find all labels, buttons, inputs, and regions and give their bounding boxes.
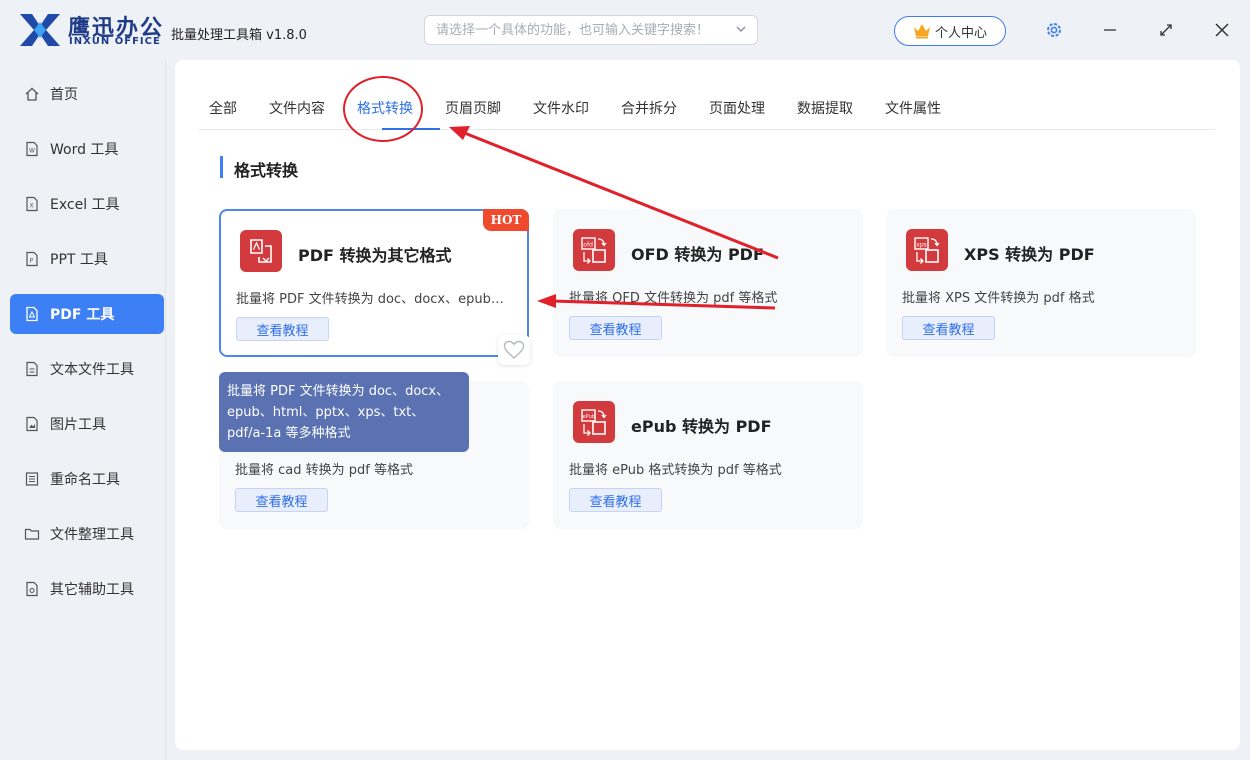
tool-card-ofd-to-pdf[interactable]: ofd OFD 转换为 PDF 批量将 OFD 文件转换为 pdf 等格式 查看… (553, 209, 863, 357)
main-panel: 全部 文件内容 格式转换 页眉页脚 文件水印 合并拆分 页面处理 数据提取 文件… (175, 60, 1240, 750)
tab-data-extract[interactable]: 数据提取 (797, 98, 853, 118)
pdf-convert-icon (240, 230, 282, 272)
tool-card-epub-to-pdf[interactable]: ePub ePub 转换为 PDF 批量将 ePub 格式转换为 pdf 等格式… (553, 381, 863, 529)
home-icon (25, 87, 39, 101)
crown-icon (913, 24, 930, 39)
tab-header-footer[interactable]: 页眉页脚 (445, 98, 501, 118)
logo-text-en: INXUN OFFICE (69, 36, 161, 47)
excel-file-icon: X (26, 196, 38, 212)
annotation-circle (343, 76, 423, 142)
xps-convert-icon: xps (906, 229, 948, 271)
view-tutorial-button[interactable]: 查看教程 (235, 488, 328, 512)
card-title: XPS 转换为 PDF (964, 245, 1095, 264)
svg-text:ePub: ePub (583, 414, 595, 420)
app-logo-icon (20, 14, 60, 46)
app-title: 批量处理工具箱 v1.8.0 (171, 28, 307, 43)
view-tutorial-button[interactable]: 查看教程 (569, 488, 662, 512)
tool-card-pdf-to-other[interactable]: PDF 转换为其它格式 批量将 PDF 文件转换为 doc、docx、epub、… (219, 209, 529, 357)
tab-watermark[interactable]: 文件水印 (533, 98, 589, 118)
svg-text:ofd: ofd (583, 242, 593, 249)
view-tutorial-button[interactable]: 查看教程 (569, 316, 662, 340)
tools-file-icon (26, 581, 38, 597)
view-tutorial-button[interactable]: 查看教程 (902, 316, 995, 340)
card-description: 批量将 cad 转换为 pdf 等格式 (235, 463, 413, 478)
view-tutorial-button[interactable]: 查看教程 (236, 317, 329, 341)
folder-icon (24, 528, 40, 540)
section-title: 格式转换 (234, 161, 299, 180)
card-description: 批量将 OFD 文件转换为 pdf 等格式 (569, 291, 778, 306)
card-title: OFD 转换为 PDF (631, 245, 764, 264)
user-center-button[interactable]: 个人中心 (894, 16, 1006, 46)
section-accent-bar (220, 156, 223, 178)
svg-text:W: W (29, 148, 35, 155)
epub-convert-icon: ePub (573, 401, 615, 443)
card-description: 批量将 PDF 文件转换为 doc、docx、epub、html、pptx、xp… (236, 292, 512, 307)
ppt-file-icon: P (26, 251, 38, 267)
title-bar: 鹰迅办公 INXUN OFFICE 批量处理工具箱 v1.8.0 个人中心 (0, 0, 1250, 60)
favorite-heart-icon[interactable] (498, 335, 530, 365)
minimize-icon[interactable] (1100, 20, 1120, 40)
tab-all[interactable]: 全部 (209, 98, 237, 118)
chevron-down-icon[interactable] (735, 23, 747, 35)
sidebar-item-organize[interactable]: 文件整理工具 (10, 514, 164, 554)
settings-gear-icon[interactable] (1044, 20, 1064, 40)
tab-merge-split[interactable]: 合并拆分 (621, 98, 677, 118)
sidebar-item-other[interactable]: 其它辅助工具 (10, 569, 164, 609)
svg-text:P: P (30, 258, 34, 265)
rename-icon (25, 472, 39, 486)
maximize-icon[interactable] (1156, 20, 1176, 40)
pdf-file-icon (26, 306, 38, 322)
user-center-label: 个人中心 (934, 25, 987, 41)
sidebar: 首页 W Word 工具 X Excel 工具 P PPT 工具 PDF 工具 … (0, 60, 166, 760)
card-title: ePub 转换为 PDF (631, 417, 772, 436)
sidebar-item-excel[interactable]: X Excel 工具 (10, 184, 164, 224)
tab-file-content[interactable]: 文件内容 (269, 98, 325, 118)
svg-text:xps: xps (916, 242, 927, 249)
card-title: PDF 转换为其它格式 (298, 246, 452, 265)
word-file-icon: W (26, 141, 38, 157)
sidebar-item-rename[interactable]: 重命名工具 (10, 459, 164, 499)
image-file-icon (26, 416, 38, 432)
sidebar-item-image[interactable]: 图片工具 (10, 404, 164, 444)
svg-text:X: X (30, 203, 34, 210)
sidebar-item-text[interactable]: 文本文件工具 (10, 349, 164, 389)
sidebar-item-ppt[interactable]: P PPT 工具 (10, 239, 164, 279)
close-icon[interactable] (1212, 20, 1232, 40)
tab-page-process[interactable]: 页面处理 (709, 98, 765, 118)
sidebar-item-home[interactable]: 首页 (10, 74, 164, 114)
text-file-icon (26, 361, 38, 377)
ofd-convert-icon: ofd (573, 229, 615, 271)
card-description: 批量将 ePub 格式转换为 pdf 等格式 (569, 463, 782, 478)
card-tooltip: 批量将 PDF 文件转换为 doc、docx、epub、html、pptx、xp… (219, 372, 469, 452)
hot-badge: HOT (483, 209, 529, 231)
sidebar-item-pdf[interactable]: PDF 工具 (10, 294, 164, 334)
sidebar-item-word[interactable]: W Word 工具 (10, 129, 164, 169)
tab-file-properties[interactable]: 文件属性 (885, 98, 941, 118)
search-input[interactable] (425, 16, 715, 44)
card-description: 批量将 XPS 文件转换为 pdf 格式 (902, 291, 1095, 306)
tool-card-xps-to-pdf[interactable]: xps XPS 转换为 PDF 批量将 XPS 文件转换为 pdf 格式 查看教… (886, 209, 1196, 357)
search-box[interactable] (424, 15, 758, 45)
